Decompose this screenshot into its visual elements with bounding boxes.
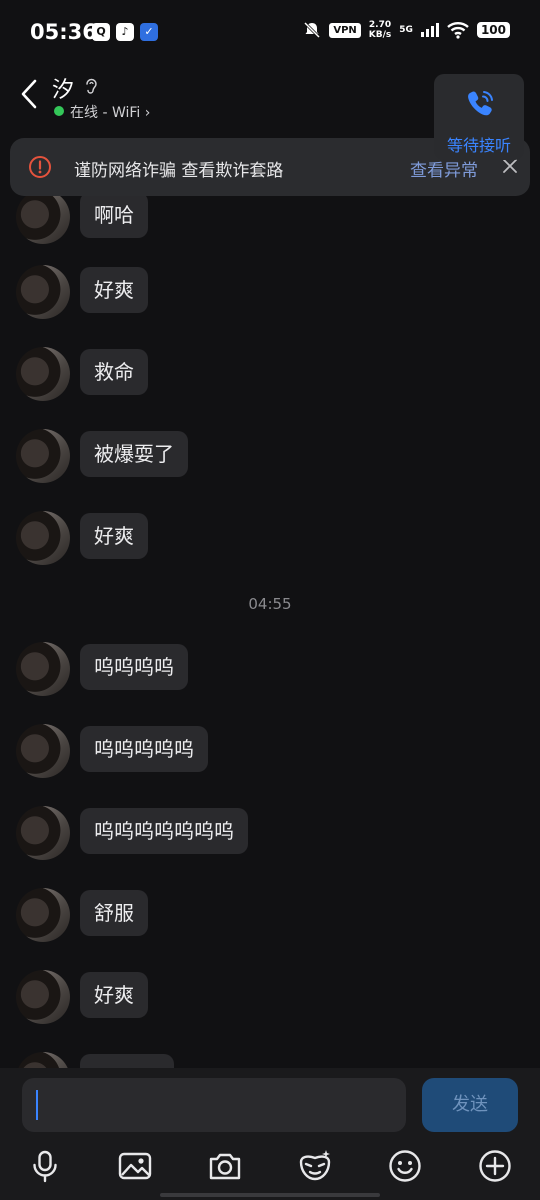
net-speed-value: 2.70 [368, 20, 392, 30]
image-icon[interactable] [117, 1148, 153, 1184]
tiktok-icon: ♪ [116, 23, 134, 41]
message-bubble[interactable]: 救命 [80, 349, 148, 395]
sticker-icon[interactable] [297, 1148, 333, 1184]
status-right: VPN 2.70 KB/s 5G 100 [303, 20, 510, 40]
avatar[interactable] [16, 429, 70, 483]
message-bubble[interactable]: 啊哈 [80, 196, 148, 238]
warning-icon [29, 156, 51, 178]
message-bubble[interactable]: 呜呜呜呜呜呜呜 [80, 808, 248, 854]
avatar[interactable] [16, 265, 70, 319]
avatar[interactable] [16, 511, 70, 565]
back-arrow-icon[interactable] [18, 78, 42, 110]
message-bubble[interactable]: 好爽 [80, 513, 148, 559]
avatar[interactable] [16, 347, 70, 401]
avatar[interactable] [16, 1052, 70, 1068]
message-bubble[interactable]: 被爆耍了 [80, 431, 188, 477]
chevron-right-icon: › [144, 105, 151, 121]
shield-icon: ✓ [140, 23, 158, 41]
phone-icon [468, 91, 493, 116]
net-speed-unit: KB/s [368, 30, 392, 40]
chat-message-list[interactable]: 啊哈 好爽 救命 被爆耍了 好爽 04:55 呜呜呜呜 呜呜呜呜呜 呜呜呜呜呜呜… [0, 196, 540, 1068]
message-bubble[interactable]: 好爽 [80, 972, 148, 1018]
home-indicator[interactable] [160, 1193, 380, 1197]
net-speed: 2.70 KB/s [369, 20, 391, 40]
call-waiting-card[interactable]: 等待接听 [434, 74, 524, 160]
message-bubble[interactable]: 舒服 [80, 890, 148, 936]
message-bubble[interactable]: 呜呜呜呜 [80, 644, 188, 690]
camera-icon[interactable] [207, 1148, 243, 1184]
wifi-icon [447, 22, 469, 39]
call-waiting-label: 等待接听 [446, 136, 511, 155]
composer: 发送 [0, 1068, 540, 1200]
plus-icon[interactable] [477, 1148, 513, 1184]
ear-icon [86, 78, 97, 94]
avatar[interactable] [16, 724, 70, 778]
status-time: 05:36 [30, 20, 97, 44]
message-timestamp: 04:55 [248, 595, 292, 613]
composer-toolbar [0, 1148, 540, 1188]
message-input[interactable] [22, 1078, 406, 1132]
message-bubble[interactable] [80, 1054, 174, 1068]
mic-icon[interactable] [27, 1148, 63, 1184]
avatar[interactable] [16, 888, 70, 942]
emoji-icon[interactable] [387, 1148, 423, 1184]
online-status-dot [54, 106, 64, 116]
mute-bell-icon [304, 21, 321, 39]
message-bubble[interactable]: 呜呜呜呜呜 [80, 726, 208, 772]
avatar[interactable] [16, 196, 70, 244]
status-bar: 05:36 Q ♪ ✓ VPN 2.70 KB/s 5G 100 [0, 0, 540, 66]
battery-indicator: 100 [476, 22, 510, 38]
status-app-icons: Q ♪ ✓ [92, 23, 158, 41]
contact-name[interactable]: 汐 [52, 72, 74, 104]
message-bubble[interactable]: 好爽 [80, 267, 148, 313]
avatar[interactable] [16, 806, 70, 860]
avatar[interactable] [16, 970, 70, 1024]
text-caret [36, 1090, 38, 1120]
avatar[interactable] [16, 642, 70, 696]
send-button[interactable]: 发送 [422, 1078, 518, 1132]
vpn-badge: VPN [329, 22, 361, 38]
signal-icon [420, 23, 439, 37]
online-status-label: 在线 - WiFi [70, 105, 141, 121]
online-status[interactable]: 在线 - WiFi › [70, 102, 150, 122]
banner-text: 谨防网络诈骗 查看欺诈套路 [74, 161, 284, 181]
qq-icon: Q [92, 23, 110, 41]
network-type: 5G [399, 25, 413, 35]
